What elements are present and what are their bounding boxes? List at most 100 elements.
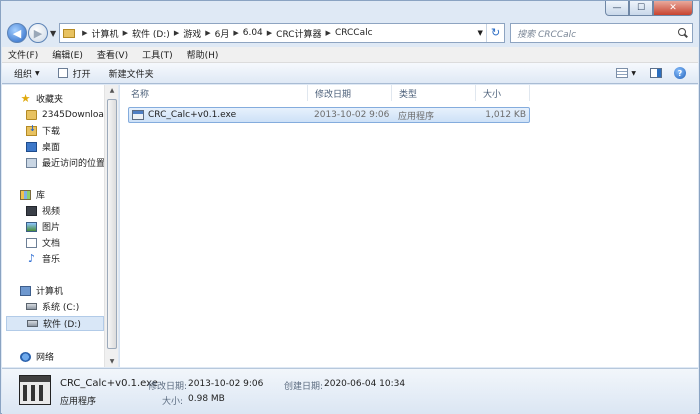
file-name: CRC_Calc+v0.1.exe xyxy=(148,110,237,120)
column-name[interactable]: 名称 xyxy=(124,85,308,101)
details-file-name: CRC_Calc+v0.1.exe xyxy=(60,378,158,389)
nav-item-downloads[interactable]: 下载 xyxy=(26,123,108,138)
explorer-window: — ☐ ✕ ◀ ▶ ▼ ▶ 计算机 ▶ 软件 (D:) ▶ 游戏 ▶ 6月 ▶ … xyxy=(0,0,700,414)
nav-item-music[interactable]: ♪ 音乐 xyxy=(26,251,108,266)
drive-icon xyxy=(26,303,37,310)
nav-label: 文档 xyxy=(42,239,61,249)
help-icon[interactable]: ? xyxy=(674,67,686,79)
chevron-right-icon[interactable]: ▶ xyxy=(233,29,238,37)
navigation-pane: ★ 收藏夹 2345Downloads 下载 桌面 最近访问的位置 库 视频 xyxy=(2,85,118,367)
chevron-down-icon: ▼ xyxy=(35,69,40,77)
file-size: 1,012 KB xyxy=(485,110,526,120)
column-type[interactable]: 类型 xyxy=(392,85,476,101)
file-date: 2013-10-02 9:06 xyxy=(314,110,390,120)
chevron-right-icon[interactable]: ▶ xyxy=(123,29,128,37)
downloads-icon xyxy=(26,124,37,136)
folder-icon xyxy=(63,28,76,38)
column-size[interactable]: 大小 xyxy=(476,85,530,101)
back-button[interactable]: ◀ xyxy=(7,23,27,43)
maximize-button[interactable]: ☐ xyxy=(629,1,653,16)
menu-tools[interactable]: 工具(T) xyxy=(142,48,173,61)
nav-item-documents[interactable]: 文档 xyxy=(26,235,108,250)
new-folder-button[interactable]: 新建文件夹 xyxy=(109,67,154,80)
nav-label: 下载 xyxy=(42,127,61,137)
column-date[interactable]: 修改日期 xyxy=(308,85,392,101)
caption-buttons: — ☐ ✕ xyxy=(605,1,693,16)
column-header-row: 名称 修改日期 类型 大小 xyxy=(124,85,530,101)
column-label: 修改日期 xyxy=(315,89,352,100)
nav-item-recent-places[interactable]: 最近访问的位置 xyxy=(26,155,108,170)
address-bar[interactable]: ▶ 计算机 ▶ 软件 (D:) ▶ 游戏 ▶ 6月 ▶ 6.04 ▶ CRC计算… xyxy=(59,23,506,43)
change-view-icon[interactable] xyxy=(616,68,629,78)
file-list-pane: 名称 修改日期 类型 大小 CRC_Calc+v0.1.exe 2013-10-… xyxy=(119,85,698,367)
pictures-icon xyxy=(26,221,37,232)
desktop-icon xyxy=(26,141,37,152)
chevron-right-icon[interactable]: ▶ xyxy=(267,29,272,37)
search-icon[interactable] xyxy=(678,28,688,38)
menu-help[interactable]: 帮助(H) xyxy=(187,48,219,61)
view-options-dropdown[interactable]: ▼ xyxy=(631,70,636,77)
nav-item-drive-c[interactable]: 系统 (C:) xyxy=(26,299,108,314)
organize-button[interactable]: 组织 ▼ xyxy=(14,67,40,80)
breadcrumb-item[interactable]: CRC计算器 xyxy=(276,27,321,40)
recent-pages-dropdown[interactable]: ▼ xyxy=(50,29,56,38)
videos-icon xyxy=(26,205,37,216)
arrow-left-icon: ◀ xyxy=(12,26,22,40)
documents-icon xyxy=(26,237,37,248)
breadcrumb-item[interactable]: 6.04 xyxy=(243,28,263,38)
close-button[interactable]: ✕ xyxy=(653,1,693,16)
nav-label: 计算机 xyxy=(36,287,64,297)
scrollbar-thumb[interactable] xyxy=(107,99,117,349)
details-size-label: 大小: xyxy=(162,397,184,407)
chevron-right-icon[interactable]: ▶ xyxy=(326,29,331,37)
nav-label: 最近访问的位置 xyxy=(42,159,106,169)
computer-icon xyxy=(20,285,31,296)
breadcrumb-item[interactable]: CRCCalc xyxy=(335,28,373,38)
nav-label: 视频 xyxy=(42,207,61,217)
column-label: 类型 xyxy=(399,89,418,100)
folder-icon xyxy=(26,109,37,120)
file-name-cell: CRC_Calc+v0.1.exe xyxy=(129,110,309,120)
application-large-icon xyxy=(19,375,51,405)
minimize-button[interactable]: — xyxy=(605,1,629,16)
details-size-value: 0.98 MB xyxy=(188,394,225,404)
breadcrumb-item[interactable]: 6月 xyxy=(215,27,230,40)
nav-label: 系统 (C:) xyxy=(42,303,80,313)
column-label: 大小 xyxy=(483,89,502,100)
menu-edit[interactable]: 编辑(E) xyxy=(52,48,83,61)
chevron-right-icon[interactable]: ▶ xyxy=(174,29,179,37)
file-type: 应用程序 xyxy=(398,111,435,122)
chevron-right-icon[interactable]: ▶ xyxy=(82,29,87,37)
arrow-right-icon: ▶ xyxy=(33,26,43,40)
scroll-down-icon[interactable]: ▼ xyxy=(105,358,118,365)
open-icon xyxy=(57,68,68,78)
navigation-row: ◀ ▶ ▼ ▶ 计算机 ▶ 软件 (D:) ▶ 游戏 ▶ 6月 ▶ 6.04 ▶… xyxy=(7,21,693,45)
menu-view[interactable]: 查看(V) xyxy=(97,48,128,61)
nav-item-videos[interactable]: 视频 xyxy=(26,203,108,218)
open-button[interactable]: 打开 xyxy=(57,67,91,80)
nav-item-drive-d[interactable]: 软件 (D:) xyxy=(6,316,104,331)
chevron-right-icon[interactable]: ▶ xyxy=(205,29,210,37)
breadcrumb-item[interactable]: 游戏 xyxy=(183,27,201,40)
nav-label: 网络 xyxy=(36,353,55,363)
libraries-icon xyxy=(20,189,31,200)
nav-scrollbar[interactable]: ▲ ▼ xyxy=(104,85,118,367)
forward-button[interactable]: ▶ xyxy=(28,23,48,43)
nav-item-desktop[interactable]: 桌面 xyxy=(26,139,108,154)
search-box[interactable]: 搜索 CRCCalc xyxy=(510,23,693,43)
nav-label: 音乐 xyxy=(42,255,61,265)
preview-pane-icon[interactable] xyxy=(650,68,662,78)
scroll-up-icon[interactable]: ▲ xyxy=(105,87,118,94)
refresh-icon[interactable]: ↻ xyxy=(486,24,504,42)
breadcrumb-item[interactable]: 软件 (D:) xyxy=(132,27,170,40)
file-row[interactable]: CRC_Calc+v0.1.exe 2013-10-02 9:06 应用程序 1… xyxy=(128,107,530,123)
breadcrumb-item[interactable]: 计算机 xyxy=(92,27,119,40)
menu-file[interactable]: 文件(F) xyxy=(8,48,38,61)
nav-item-pictures[interactable]: 图片 xyxy=(26,219,108,234)
nav-item-2345downloads[interactable]: 2345Downloads xyxy=(26,107,114,122)
breadcrumb: ▶ 计算机 ▶ 软件 (D:) ▶ 游戏 ▶ 6月 ▶ 6.04 ▶ CRC计算… xyxy=(78,27,372,40)
address-dropdown-button[interactable]: ▼ xyxy=(473,29,486,37)
details-pane: CRC_Calc+v0.1.exe 应用程序 修改日期: 2013-10-02 … xyxy=(2,368,698,414)
details-modified-label: 修改日期: xyxy=(148,382,188,392)
organize-label: 组织 xyxy=(14,69,33,80)
